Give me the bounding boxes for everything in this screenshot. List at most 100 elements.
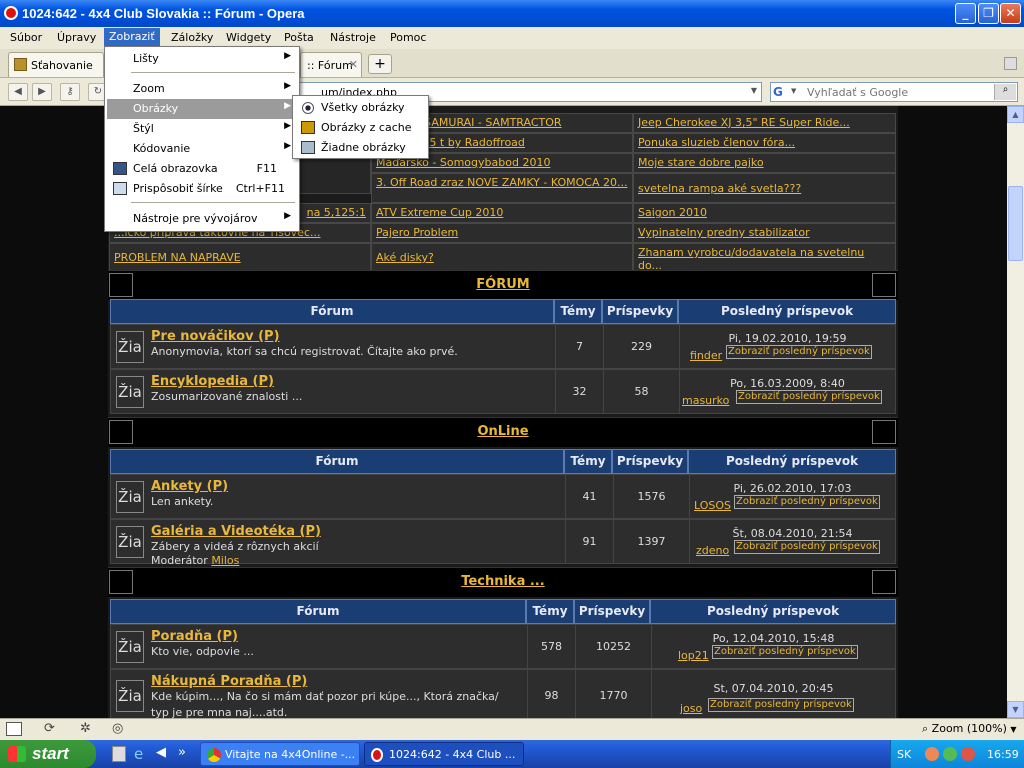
view-last-post-button[interactable]: Zobraziť posledný príspevok [708,698,854,712]
tab-menu-icon[interactable] [1004,57,1017,70]
list-item[interactable]: Jeep Cherokee XJ 3,5" RE Super Ride... [633,113,896,133]
forum-name[interactable]: Poradňa (P) [151,629,238,644]
scroll-down-arrow[interactable]: ▼ [1007,701,1024,718]
menu-upravy[interactable]: Úpravy [57,31,96,44]
list-item[interactable]: ATV Extreme Cup 2010 [371,203,633,223]
tab-downloads[interactable]: Sťahovanie [8,52,104,77]
submenu-arrow-icon: ▶ [284,121,291,131]
last-post-user[interactable]: joso [680,702,702,715]
list-item[interactable]: Ponuka sluzieb členov fóra... [633,133,896,153]
tray-expand-icon[interactable] [925,747,939,761]
opera-icon [371,748,383,762]
category-title[interactable]: OnLine [108,424,898,439]
scroll-thumb[interactable] [1008,186,1023,261]
submenu-arrow-icon: ▶ [284,141,291,151]
new-tab-button[interactable]: + [368,54,392,74]
last-post-date: Pi, 19.02.2010, 19:59 [728,332,847,345]
quicklaunch-media-icon[interactable]: ◀ [156,745,166,760]
view-last-post-button[interactable]: Zobraziť posledný príspevok [734,540,880,554]
list-item[interactable]: Pajero Problem [371,223,633,243]
menu-posta[interactable]: Pošta [284,31,314,44]
view-last-post-button[interactable]: Zobraziť posledný príspevok [712,645,858,659]
list-item[interactable]: svetelna rampa aké svetla??? [633,173,896,203]
tray-network-icon[interactable] [943,747,957,761]
menu-pomoc[interactable]: Pomoc [390,31,426,44]
menu-item-zoom[interactable]: Zoom ▶ [107,79,297,99]
panel-toggle-icon[interactable] [6,722,22,736]
last-post-user[interactable]: zdeno [696,544,729,557]
quicklaunch-doc-icon[interactable] [112,746,126,762]
forward-button[interactable]: ▶ [32,83,52,101]
turbo-icon[interactable]: ◎ [112,721,123,736]
forum-name[interactable]: Ankety (P) [151,479,228,494]
menu-item-style[interactable]: Štýl ▶ [107,119,297,139]
forum-name[interactable]: Nákupná Poradňa (P) [151,674,307,689]
menu-nastroje[interactable]: Nástroje [330,31,376,44]
menu-item-fit-width[interactable]: Prispôsobiť šírke Ctrl+F11 [107,179,297,199]
category-header: Technika ... [108,567,898,597]
list-item[interactable]: PROBLEM NA NAPRAVE [109,243,371,271]
start-button[interactable]: start [0,740,96,768]
forum-description: Len ankety. [151,495,214,508]
quicklaunch-ie-icon[interactable]: e [134,745,143,763]
minimize-button[interactable]: _ [955,3,976,24]
menu-item-all-images[interactable]: Všetky obrázky [295,98,426,118]
sync-icon[interactable]: ⟳ [44,721,55,736]
list-item[interactable]: Moje stare dobre pajko [633,153,896,173]
moderator-link[interactable]: Milos [211,554,239,567]
menu-item-no-images[interactable]: Žiadne obrázky [295,138,426,158]
quicklaunch-expand-icon[interactable]: » [178,745,186,760]
search-icon[interactable]: ⌕ [994,84,1016,100]
view-last-post-button[interactable]: Zobraziť posledný príspevok [726,345,872,359]
zoom-level: Zoom (100%) [931,722,1007,735]
forum-name[interactable]: Pre nováčikov (P) [151,329,280,344]
google-icon[interactable]: G [773,85,788,100]
menu-item-cached-images[interactable]: Obrázky z cache [295,118,426,138]
category-title[interactable]: FÓRUM [108,277,898,292]
list-item[interactable]: Saigon 2010 [633,203,896,223]
task-opera[interactable]: 1024:642 - 4x4 Club ... [364,742,524,766]
tab-close-icon[interactable]: ✕ [349,58,358,71]
tray-app-icon[interactable] [961,747,975,761]
url-dropdown-icon[interactable]: ▼ [751,86,757,95]
forum-name[interactable]: Encyklopedia (P) [151,374,274,389]
view-last-post-button[interactable]: Zobraziť posledný príspevok [736,390,882,404]
col-forum: Fórum [110,299,554,324]
table-row: Žia Poradňa (P) Kto vie, odpovie ... 578… [110,624,896,669]
forum-name[interactable]: Galéria a Videotéka (P) [151,524,321,539]
view-last-post-button[interactable]: Zobraziť posledný príspevok [734,495,880,509]
tab-forum[interactable]: :: Fórum ✕ [300,52,362,77]
back-button[interactable]: ◀ [8,83,28,101]
list-item[interactable]: Aké disky? [371,243,633,271]
last-post-user[interactable]: lop21 [678,649,709,662]
last-post-user[interactable]: finder [690,349,722,362]
menu-item-images[interactable]: Obrázky ▶ [107,99,297,119]
menu-item-encoding[interactable]: Kódovanie ▶ [107,139,297,159]
page-scrollbar[interactable]: ▲ ▼ [1007,106,1024,718]
last-post-user[interactable]: masurko [682,394,729,407]
window-titlebar: 1024:642 - 4x4 Club Slovakia :: Fórum - … [0,0,1024,27]
list-item[interactable]: Zhanam vyrobcu/dodavatela na svetelnu do… [633,243,896,271]
search-input[interactable] [807,85,993,100]
unite-icon[interactable]: ✲ [80,721,91,736]
menu-item-dev-tools[interactable]: Nástroje pre vývojárov ▶ [107,209,297,229]
language-indicator[interactable]: SK [897,748,911,761]
menu-subor[interactable]: Súbor [10,31,42,44]
zoom-dropdown-icon[interactable]: ▼ [1010,725,1016,734]
zoom-control[interactable]: ⌕ Zoom (100%) ▼ [922,722,1017,736]
list-item[interactable]: 3. Off Road zraz NOVE ZAMKY - KOMOCA 20.… [371,173,633,203]
key-icon[interactable]: ⚷ [60,83,80,101]
menu-item-fullscreen[interactable]: Celá obrazovka F11 [107,159,297,179]
category-header: OnLine [108,417,898,447]
list-item[interactable]: Vypinatelny predny stabilizator [633,223,896,243]
maximize-button[interactable]: ❐ [978,3,999,24]
menu-widgety[interactable]: Widgety [226,31,271,44]
close-button[interactable]: ✕ [1000,3,1021,24]
task-chrome[interactable]: Vitajte na 4x4Online -... [200,742,360,766]
search-engine-dropdown-icon[interactable]: ▼ [791,87,796,95]
menu-zalozky[interactable]: Záložky [171,31,213,44]
last-post-user[interactable]: LOSOS [694,499,731,512]
category-title[interactable]: Technika ... [108,574,898,589]
menu-item-lists[interactable]: Lišty ▶ [107,49,297,69]
scroll-up-arrow[interactable]: ▲ [1007,106,1024,123]
